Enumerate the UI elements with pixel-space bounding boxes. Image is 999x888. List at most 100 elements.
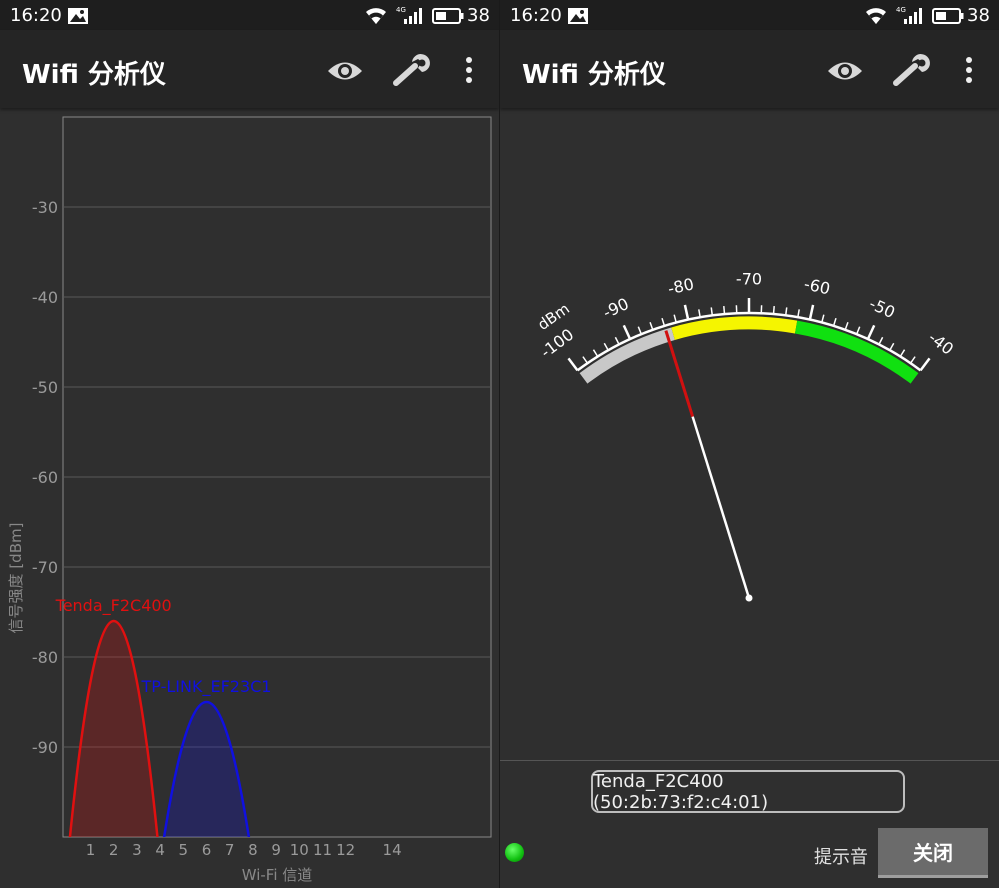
gauge-tick	[614, 336, 620, 345]
gauge-color-bands	[576, 311, 922, 384]
y-tick-label: -60	[32, 468, 58, 487]
y-tick-label: -80	[32, 648, 58, 667]
gauge-tick	[784, 307, 788, 316]
gauge-tick	[899, 349, 906, 357]
cell-signal-icon: 4G	[396, 6, 422, 24]
x-tick-label: 7	[225, 841, 235, 859]
gauge-band	[671, 316, 798, 340]
gauge-tick	[832, 317, 837, 327]
separator	[500, 760, 999, 761]
y-tick-labels: -30 -40 -50 -60 -70 -80 -90	[32, 198, 58, 757]
gauge-tick	[567, 357, 579, 372]
y-tick-label: -40	[32, 288, 58, 307]
wrench-icon[interactable]	[890, 52, 932, 88]
needle-pivot	[745, 594, 753, 602]
gauge-tick	[592, 349, 599, 357]
app-bar: Wifi 分析仪	[500, 30, 999, 108]
x-tick-label: 12	[336, 841, 355, 859]
y-tick-label: -30	[32, 198, 58, 217]
gauge-tick	[673, 314, 677, 323]
close-button[interactable]: 关闭	[878, 828, 988, 878]
x-axis-label: Wi-Fi 信道	[242, 866, 313, 884]
eye-icon[interactable]	[826, 56, 864, 86]
gauge-tick	[622, 324, 632, 340]
status-time: 16:20	[510, 5, 562, 26]
gauge-tick	[855, 326, 861, 335]
gauge-tick	[772, 306, 775, 315]
x-tick-label: 14	[383, 841, 402, 859]
x-tick-label: 9	[271, 841, 281, 859]
network-type: 4G	[896, 6, 906, 14]
wifi-status-icon	[366, 8, 386, 24]
gauge-label: -50	[866, 294, 898, 322]
y-tick-label: -70	[32, 558, 58, 577]
eye-icon[interactable]	[326, 56, 364, 86]
series-label: TP-LINK_EF23C1	[141, 677, 272, 697]
series-label: Tenda_F2C400	[55, 596, 172, 616]
gauge-label: -80	[666, 274, 696, 298]
app-title: Wifi 分析仪	[22, 60, 166, 90]
network-type: 4G	[396, 6, 406, 14]
gauge-tick	[723, 306, 726, 315]
series-layer: Tenda_F2C400 TP-LINK_EF23C1	[55, 596, 272, 837]
beep-tone-label[interactable]: 提示音	[814, 843, 868, 869]
y-tick-label: -90	[32, 738, 58, 757]
gauge-tick	[866, 324, 876, 340]
status-led	[505, 843, 524, 862]
x-tick-label: 2	[109, 841, 119, 859]
series-curve	[162, 700, 251, 837]
cell-signal-icon: 4G	[896, 6, 922, 24]
channel-graph-screen: 16:20 4G 38 Wifi 分析仪 Tenda_F2C400 TP-LINK…	[0, 0, 499, 888]
signal-gauge: -100-90-80 -70 -60-50-40dBm	[534, 270, 957, 602]
app-title: Wifi 分析仪	[522, 60, 666, 90]
x-tick-label: 1	[86, 841, 96, 859]
status-time: 16:20	[10, 5, 62, 26]
battery-level: 38	[467, 5, 490, 26]
status-bar: 16:20 4G 38	[500, 0, 999, 30]
x-tick-label: 3	[132, 841, 142, 859]
needle-tip	[664, 330, 695, 418]
needle-shaft	[691, 416, 751, 599]
y-axis-label: 信号强度 [dBm]	[7, 523, 25, 634]
gauge-needle	[664, 330, 753, 602]
x-tick-label: 10	[290, 841, 309, 859]
status-bar: 16:20 4G 38	[0, 0, 499, 30]
gauge-tick	[878, 336, 884, 345]
wifi-status-icon	[866, 8, 886, 24]
gauge-tick	[582, 356, 589, 364]
x-tick-label: 6	[202, 841, 212, 859]
y-tick-label: -50	[32, 378, 58, 397]
gauge-tick	[889, 342, 895, 351]
gauge-tick	[797, 309, 800, 318]
battery-icon	[432, 8, 464, 24]
x-tick-label: 11	[313, 841, 332, 859]
gauge-labels: -100-90-80 -70 -60-50-40dBm	[534, 270, 957, 362]
gauge-label: -90	[600, 294, 632, 322]
more-vert-icon[interactable]	[958, 56, 980, 86]
more-vert-icon[interactable]	[458, 56, 480, 86]
battery-level: 38	[967, 5, 990, 26]
gauge-tick	[919, 357, 931, 372]
channel-graph: Tenda_F2C400TP-LINK_EF23C1 -30-40-50-60-…	[7, 116, 492, 884]
gauge-tick	[649, 321, 654, 330]
gauge-tick	[710, 307, 714, 316]
gauge-label: -70	[736, 270, 762, 289]
x-tick-label: 5	[179, 841, 189, 859]
gauge-label: -60	[802, 274, 832, 298]
gauge-tick	[698, 309, 701, 318]
x-tick-labels: 1 2 3 4 5 6 7 8 9 10 11 12 14	[86, 841, 402, 859]
gallery-notification-icon	[568, 8, 588, 24]
gauge-tick	[821, 314, 825, 323]
gauge-tick	[637, 326, 643, 335]
gauge-tick	[683, 304, 690, 320]
gauge-tick	[808, 304, 815, 320]
selected-ap-selector[interactable]: Tenda_F2C400 (50:2b:73:f2:c4:01)	[591, 770, 905, 813]
gauge-tick	[603, 342, 609, 351]
gauge-tick	[661, 317, 666, 327]
x-tick-label: 4	[155, 841, 165, 859]
gallery-notification-icon	[68, 8, 88, 24]
signal-meter-screen: 16:20 4G 38 Wifi 分析仪 -100 -90 -80 -70 -60 -50…	[500, 0, 999, 888]
gauge-tick	[909, 356, 916, 364]
app-bar: Wifi 分析仪	[0, 30, 499, 108]
wrench-icon[interactable]	[390, 52, 432, 88]
